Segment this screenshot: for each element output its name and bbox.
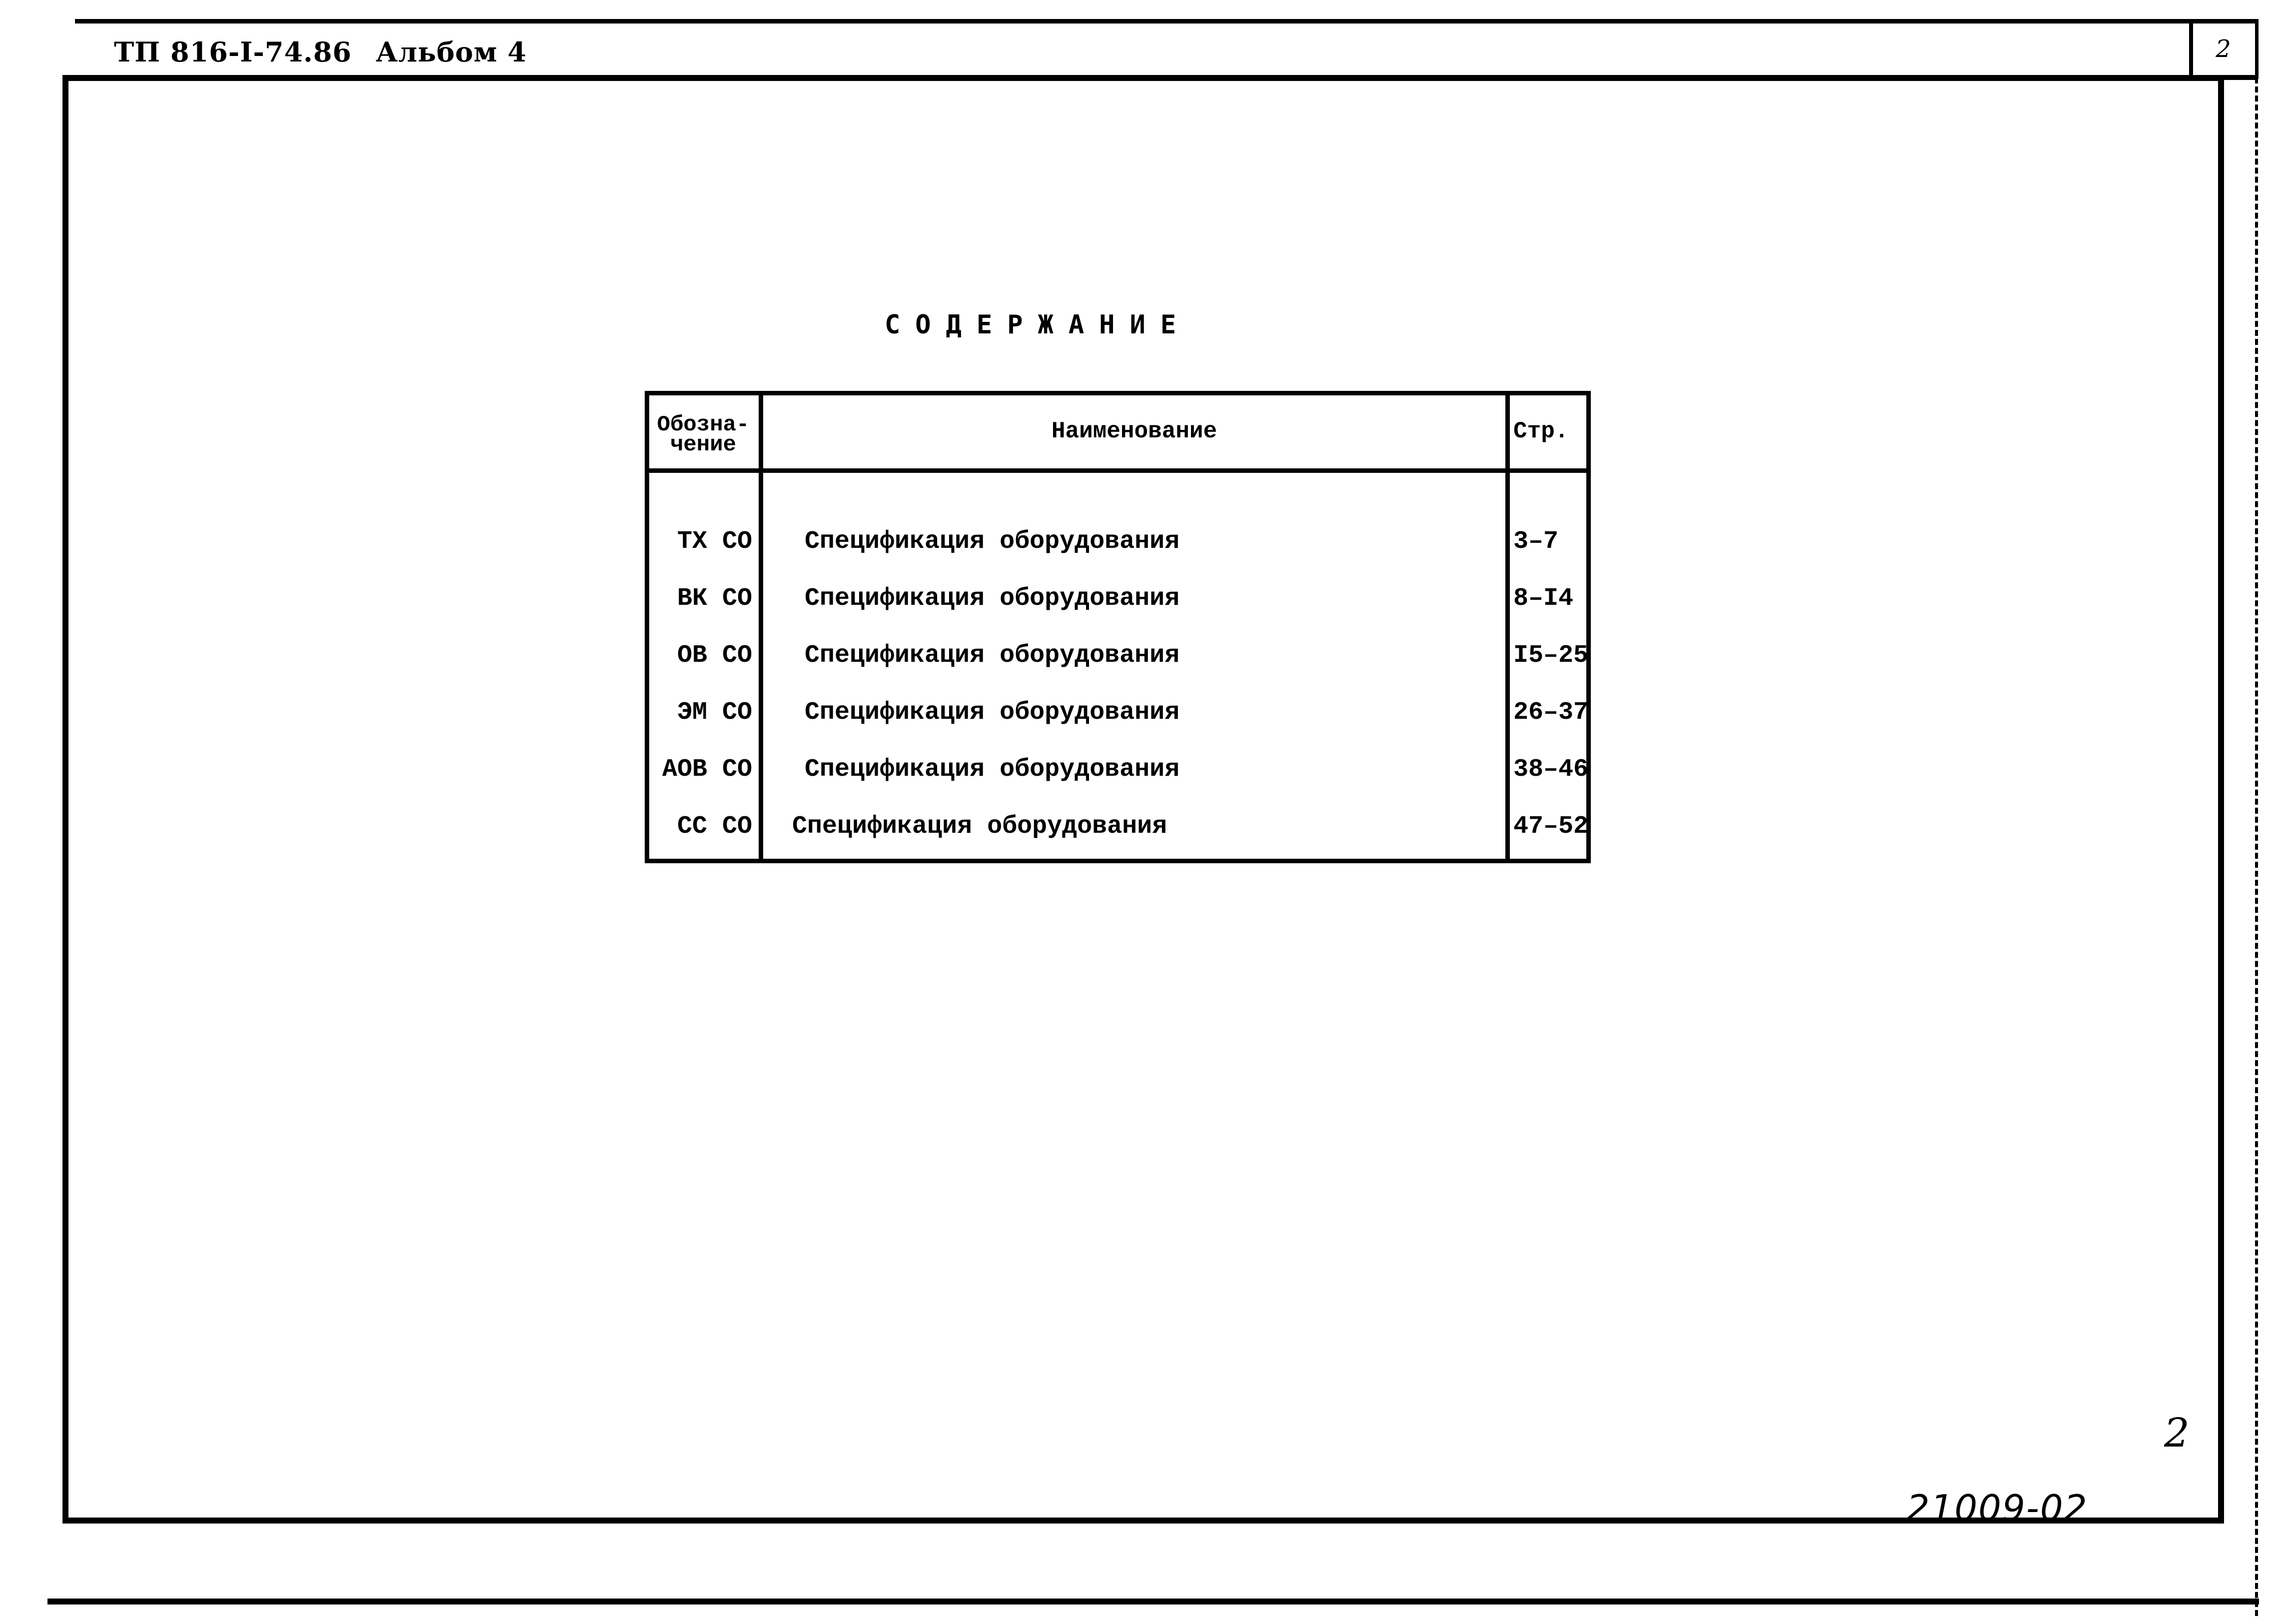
row-pages: 3–7: [1513, 527, 1559, 556]
bottom-trim-line: [47, 1599, 2259, 1605]
handwritten-page-number: 2: [2164, 1410, 2190, 1456]
table-row: ВК СО Спецификация оборудования 8–I4: [645, 570, 1591, 627]
page-title: СОДЕРЖАНИЕ: [885, 310, 1191, 340]
album-label: Альбом 4: [375, 36, 527, 68]
row-code: ЭМ СО: [677, 698, 752, 727]
row-pages: 26–37: [1513, 698, 1588, 727]
row-name: Спецификация оборудования: [805, 584, 1180, 613]
sheet-number: 2: [2216, 34, 2231, 63]
column-header-designation-line2: чение: [670, 432, 737, 457]
table-row: ЭМ СО Спецификация оборудования 26–37: [645, 684, 1591, 741]
row-code: АОВ СО: [662, 755, 752, 784]
row-name: Спецификация оборудования: [805, 755, 1180, 784]
row-name: Спецификация оборудования: [792, 812, 1167, 841]
row-name: Спецификация оборудования: [805, 641, 1180, 670]
row-code: ОВ СО: [677, 641, 752, 670]
table-row: ТХ СО Спецификация оборудования 3–7: [645, 513, 1591, 570]
table-row: АОВ СО Спецификация оборудования 38–46: [645, 741, 1591, 798]
column-header-name: Наименование: [1051, 418, 1217, 444]
column-header-pages: Стр.: [1513, 418, 1569, 444]
row-name: Спецификация оборудования: [805, 698, 1180, 727]
row-pages: 38–46: [1513, 755, 1588, 784]
handwritten-document-code: 21009-02: [1907, 1487, 2088, 1529]
contents-table: Обозна- чение Наименование Стр. ТХ СО Сп…: [645, 391, 1591, 863]
row-code: ТХ СО: [677, 527, 752, 556]
column-header-designation-line1: Обозна-: [657, 412, 750, 437]
project-code: ТП 816-I-74.86: [114, 36, 352, 68]
row-code: СС СО: [677, 812, 752, 841]
row-pages: 8–I4: [1513, 584, 1574, 613]
column-header-designation: Обозна- чение: [649, 412, 758, 457]
row-name: Спецификация оборудования: [805, 527, 1180, 556]
margin-dashed-line: [2255, 77, 2258, 1616]
row-code: ВК СО: [677, 584, 752, 613]
header-top-line: [75, 19, 2258, 23]
table-row: СС СО Спецификация оборудования 47–52: [645, 798, 1591, 855]
table-row: ОВ СО Спецификация оборудования I5–25: [645, 627, 1591, 684]
row-pages: I5–25: [1513, 641, 1588, 670]
header-designation: ТП 816-I-74.86 Альбом 4: [114, 36, 527, 68]
header-divider: [645, 468, 1591, 473]
row-pages: 47–52: [1513, 812, 1588, 841]
